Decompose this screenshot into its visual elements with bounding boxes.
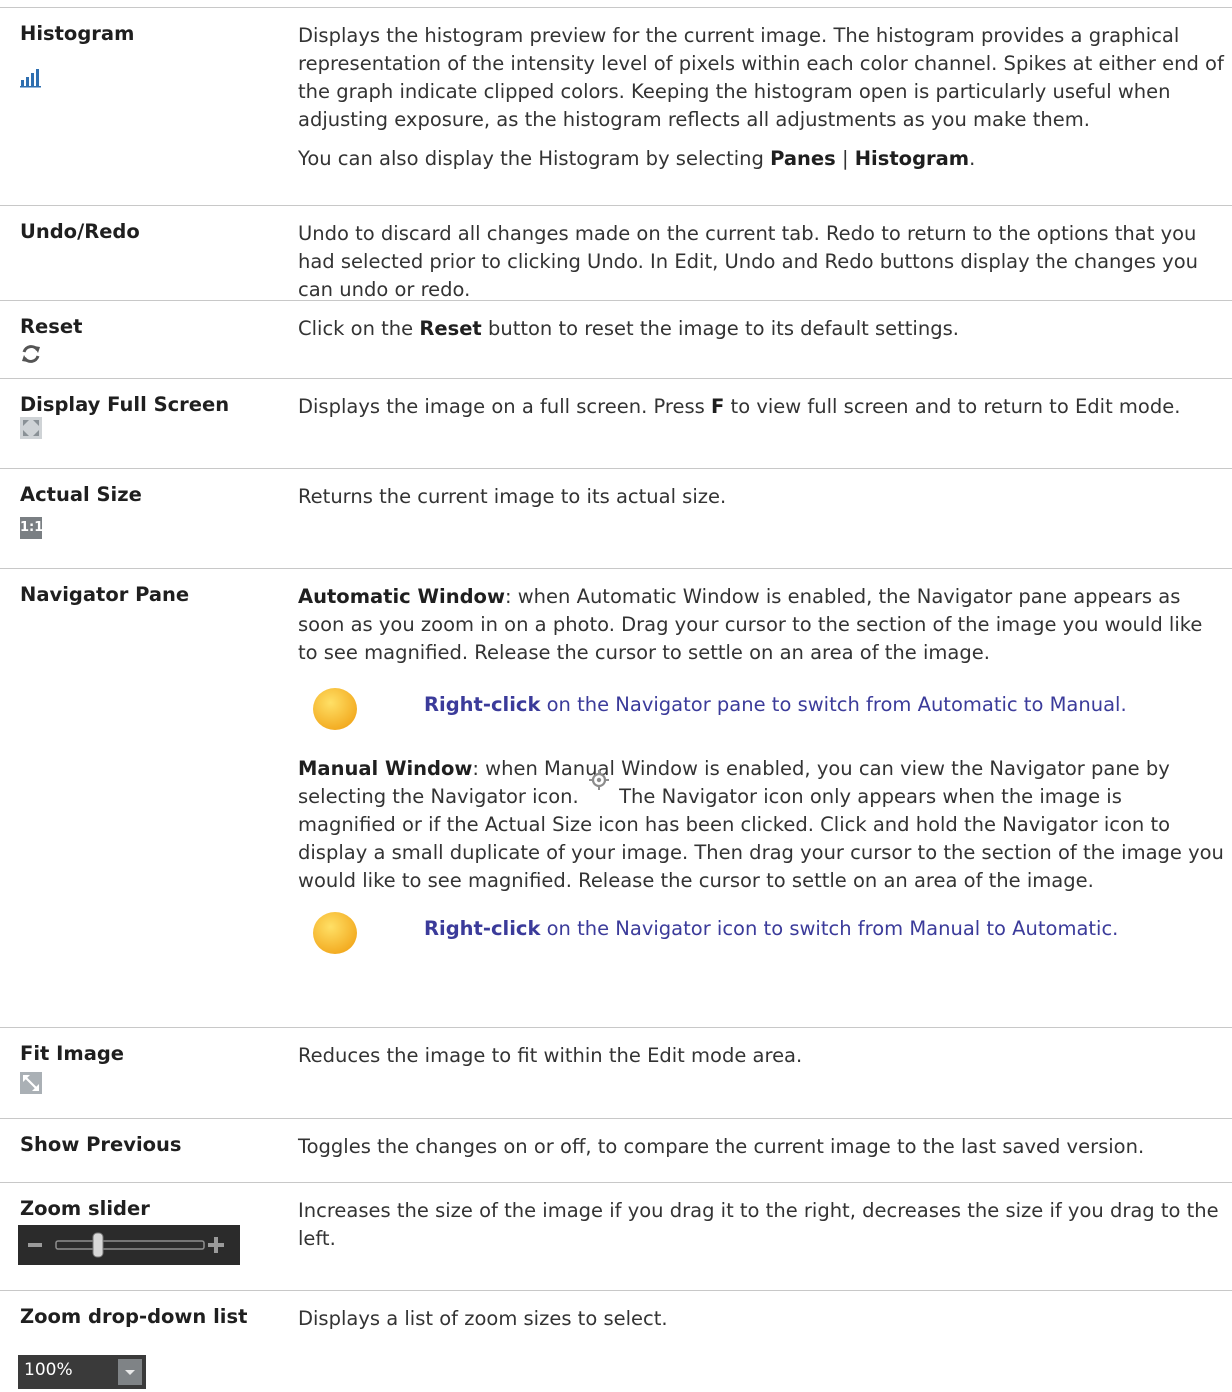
tip-text-1: Right-click on the Navigator pane to swi… xyxy=(424,693,1127,716)
term-show-previous: Show Previous xyxy=(20,1133,182,1156)
description-zoom-slider: Increases the size of the image if you d… xyxy=(298,1197,1224,1253)
table-row-actual-size: Actual Size 1:1 Returns the current imag… xyxy=(0,468,1232,569)
reset-paragraph: Click on the Reset button to reset the i… xyxy=(298,317,959,340)
term-actual-size: Actual Size xyxy=(20,483,142,506)
lightbulb-icon xyxy=(312,687,358,733)
zoom-slider-control xyxy=(18,1225,240,1265)
term-zoom-slider: Zoom slider xyxy=(20,1197,150,1220)
histogram-menu-paragraph: You can also display the Histogram by se… xyxy=(298,147,976,170)
undo-redo-paragraph: Undo to discard all changes made on the … xyxy=(298,222,1198,301)
description-navigator-pane: Automatic Window: when Automatic Window … xyxy=(298,583,1224,979)
table-row-zoom-slider: Zoom slider Increases the size of the im… xyxy=(0,1182,1232,1292)
histogram-paragraph: Displays the histogram preview for the c… xyxy=(298,24,1224,131)
fit-image-paragraph: Reduces the image to fit within the Edit… xyxy=(298,1044,803,1067)
tip-automatic-to-manual: Right-click on the Navigator pane to swi… xyxy=(298,683,1224,735)
description-fit-image: Reduces the image to fit within the Edit… xyxy=(298,1042,1224,1070)
term-zoom-dropdown: Zoom drop-down list xyxy=(20,1305,248,1328)
term-undo-redo: Undo/Redo xyxy=(20,220,140,243)
description-full-screen: Displays the image on a full screen. Pre… xyxy=(298,393,1224,421)
fullscreen-icon xyxy=(20,417,42,444)
term-navigator-pane: Navigator Pane xyxy=(20,583,190,606)
zoom-dropdown-control: 100% xyxy=(18,1355,146,1389)
term-fit-image: Fit Image xyxy=(20,1042,125,1065)
zoom-dropdown-value: 100% xyxy=(24,1360,73,1380)
tip-manual-to-automatic: Right-click on the Navigator icon to swi… xyxy=(298,907,1224,959)
table-row-fit-image: Fit Image Reduces the image to fit withi… xyxy=(0,1027,1232,1118)
table-row-undo-redo: Undo/Redo Undo to discard all changes ma… xyxy=(0,205,1232,302)
description-reset: Click on the Reset button to reset the i… xyxy=(298,315,1224,343)
automatic-window-paragraph: Automatic Window: when Automatic Window … xyxy=(298,585,1203,664)
chevron-down-icon xyxy=(118,1359,142,1385)
fit-image-icon xyxy=(20,1072,42,1099)
actual-size-paragraph: Returns the current image to its actual … xyxy=(298,485,727,508)
table-row-zoom-dropdown: Zoom drop-down list 100% Displays a list… xyxy=(0,1290,1232,1392)
zoom-dropdown-paragraph: Displays a list of zoom sizes to select. xyxy=(298,1307,668,1330)
term-histogram: Histogram xyxy=(20,22,135,45)
table-row-histogram: Histogram Displays the histogram preview… xyxy=(0,7,1232,212)
histogram-icon xyxy=(20,68,42,93)
description-actual-size: Returns the current image to its actual … xyxy=(298,483,1224,511)
lightbulb-icon xyxy=(312,911,358,957)
show-previous-paragraph: Toggles the changes on or off, to compar… xyxy=(298,1135,1145,1158)
description-undo-redo: Undo to discard all changes made on the … xyxy=(298,220,1224,304)
table-row-full-screen: Display Full Screen Displays the image o… xyxy=(0,378,1232,468)
tip-text-2: Right-click on the Navigator icon to swi… xyxy=(424,917,1119,940)
navigator-icon xyxy=(588,769,610,791)
description-zoom-dropdown: Displays a list of zoom sizes to select. xyxy=(298,1305,1224,1333)
term-full-screen: Display Full Screen xyxy=(20,393,230,416)
description-histogram: Displays the histogram preview for the c… xyxy=(298,22,1224,173)
full-screen-paragraph: Displays the image on a full screen. Pre… xyxy=(298,395,1181,418)
description-show-previous: Toggles the changes on or off, to compar… xyxy=(298,1133,1224,1161)
table-row-reset: Reset Click on the Reset button to reset… xyxy=(0,300,1232,379)
actual-size-icon: 1:1 xyxy=(20,517,43,539)
reset-icon xyxy=(20,343,42,370)
manual-window-paragraph: Manual Window: when Manual Window is ena… xyxy=(298,757,1224,892)
table-row-navigator-pane: Navigator Pane Automatic Window: when Au… xyxy=(0,568,1232,1029)
term-reset: Reset xyxy=(20,315,83,338)
zoom-slider-paragraph: Increases the size of the image if you d… xyxy=(298,1199,1219,1250)
